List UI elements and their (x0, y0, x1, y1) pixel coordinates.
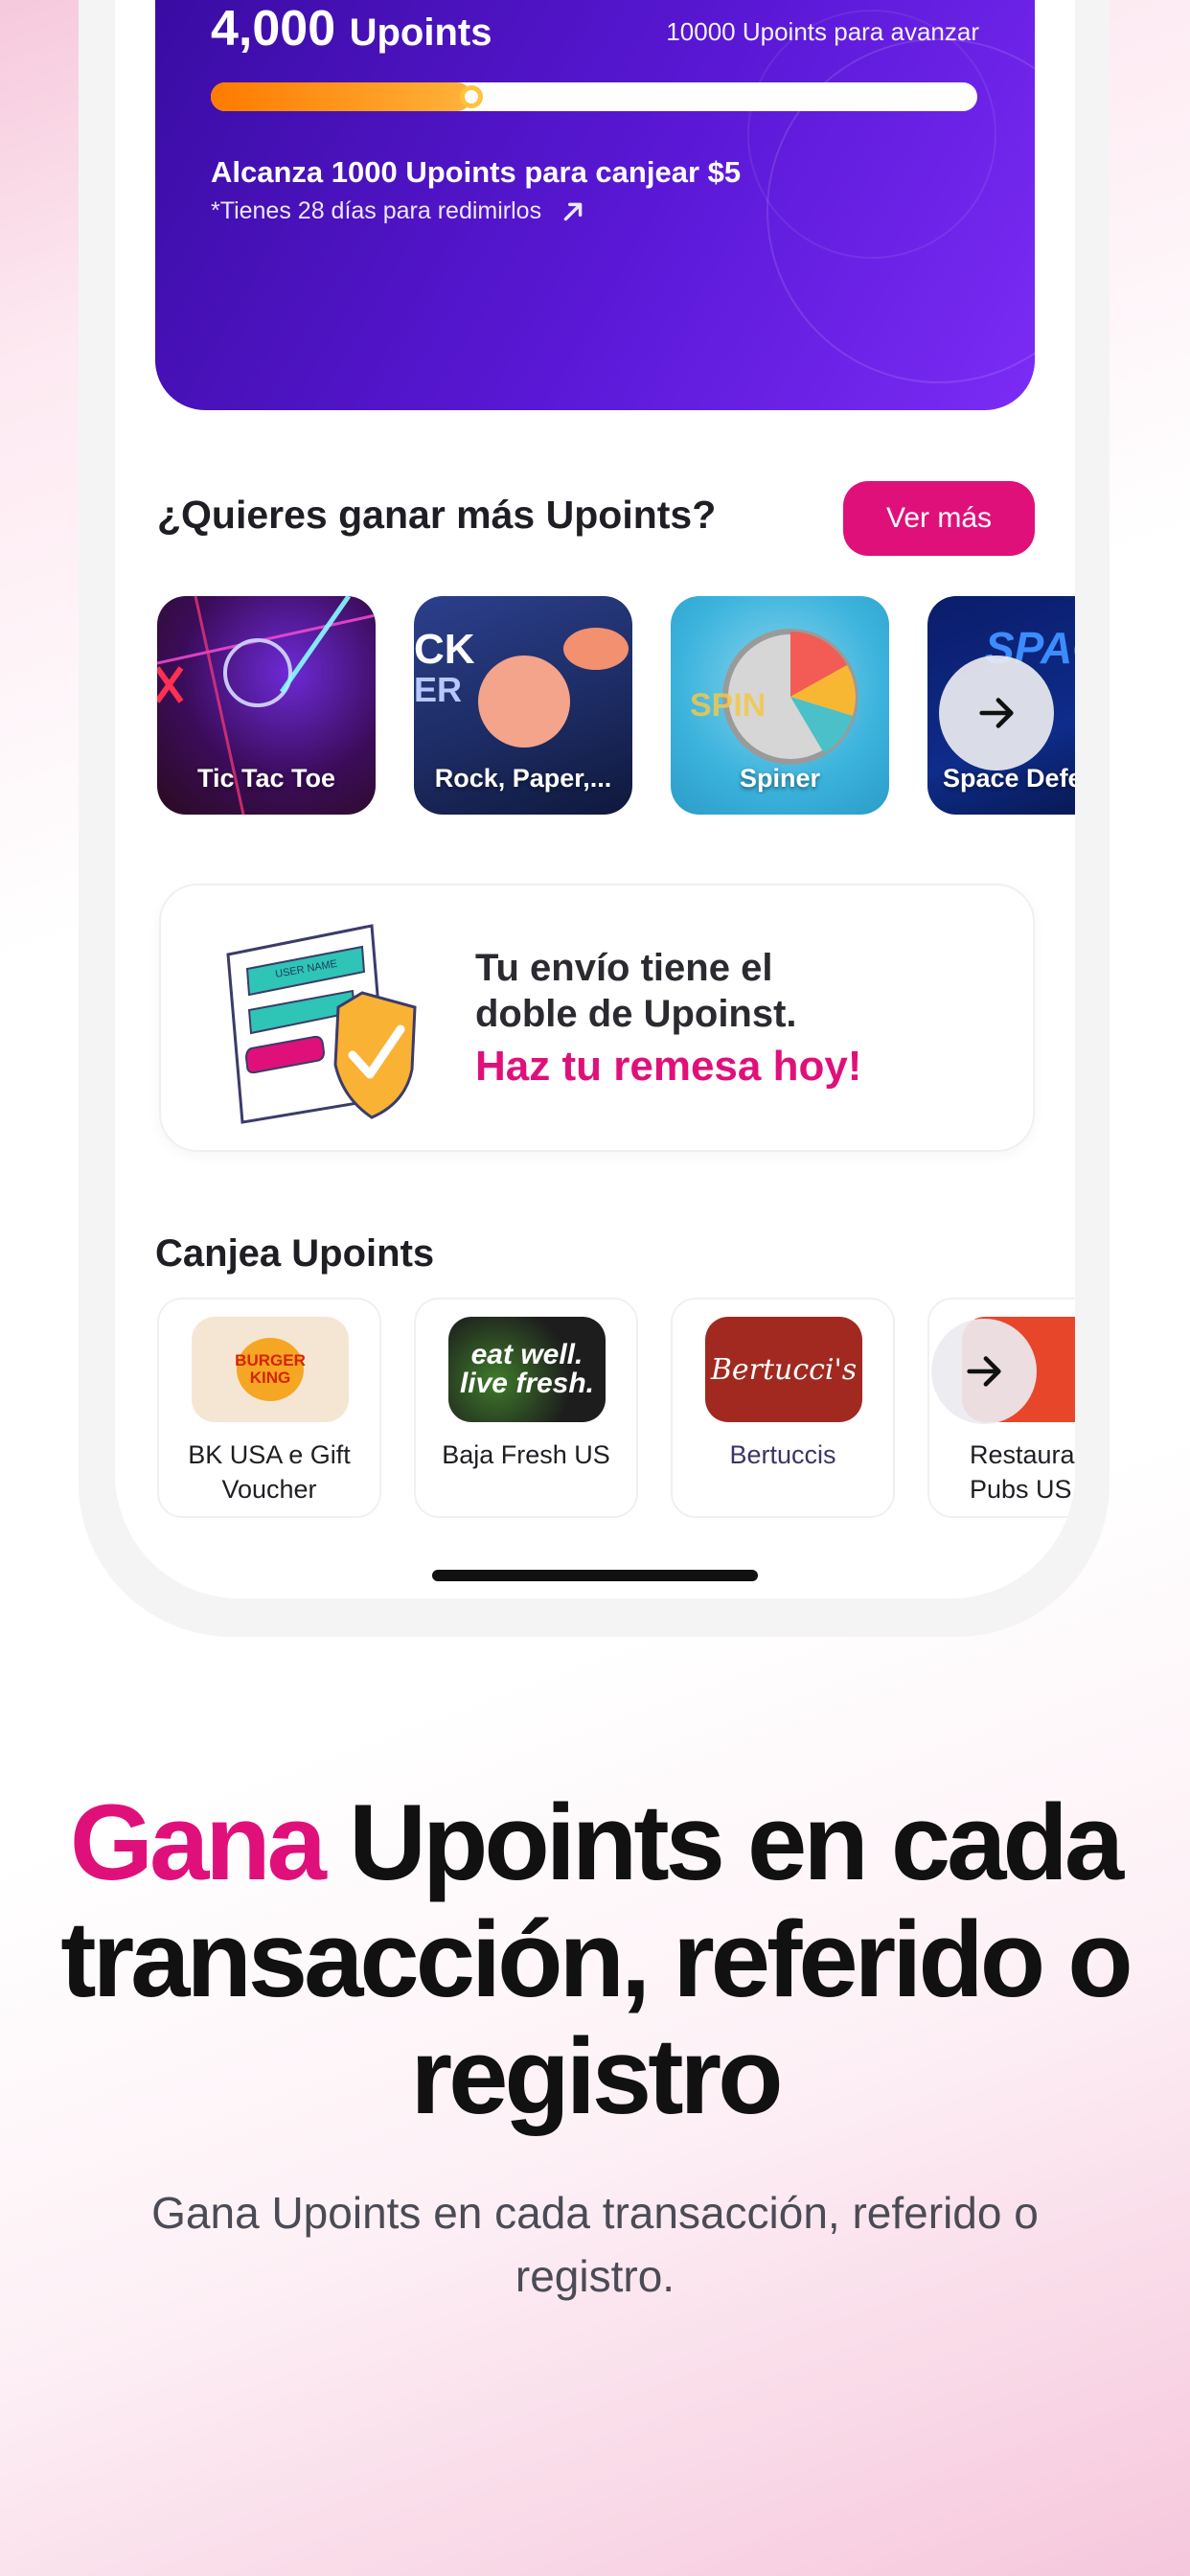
game-label: Spiner (739, 764, 821, 793)
bk-logo-text-bottom: KING (249, 1368, 291, 1387)
games-carousel[interactable]: Tic Tac Toe CK ER Rock, Paper,... SPIN S… (157, 596, 1075, 816)
bf-line-1: eat well. (470, 1339, 584, 1370)
reward-name: Bertuccis (729, 1440, 836, 1469)
security-login-illustration: USER NAME (226, 924, 417, 1124)
arrow-right-icon (979, 698, 1014, 728)
promo-line-1: Tu envío tiene el (475, 947, 773, 989)
home-indicator[interactable] (432, 1570, 758, 1581)
see-more-button[interactable]: Ver más (843, 481, 1035, 556)
reward-card-bertuccis[interactable]: Bertucci's Bertuccis (671, 1298, 895, 1518)
bertuccis-logo-text: Bertucci's (710, 1352, 858, 1387)
points-number: 4,000 (211, 1, 336, 57)
game-label: Tic Tac Toe (196, 764, 336, 793)
rewards-next-button[interactable] (931, 1319, 1037, 1424)
earn-more-title: ¿Quieres ganar más Upoints? (157, 493, 717, 537)
progress-knob (460, 85, 483, 108)
svg-text:ER: ER (414, 670, 462, 709)
reward-card-baja-fresh[interactable]: eat well. live fresh. Baja Fresh US (414, 1298, 638, 1518)
games-next-button[interactable] (939, 656, 1054, 770)
rewards-carousel[interactable]: BURGER KING BK USA e Gift Voucher eat we… (157, 1298, 1075, 1520)
headline-accent: Gana (69, 1782, 327, 1902)
game-card-rock-paper[interactable]: CK ER Rock, Paper,... (414, 596, 632, 815)
expiry-note[interactable]: *Tienes 28 días para redimirlos (211, 197, 585, 225)
game-label: Rock, Paper,... (434, 764, 612, 793)
game-card-spiner[interactable]: SPIN Spiner (671, 596, 889, 815)
bk-logo-text-top: BURGER (235, 1351, 306, 1369)
bf-line-2: live fresh. (459, 1368, 595, 1399)
promo-line-2: doble de Upoinst. (475, 993, 797, 1035)
points-unit: Upoints (349, 12, 492, 54)
redeem-title: Canjea Upoints (155, 1232, 435, 1275)
points-progress-bar (211, 82, 977, 111)
marketing-subline: Gana Upoints en cada transacción, referi… (151, 2188, 1039, 2301)
promo-cta[interactable]: Haz tu remesa hoy! (475, 1043, 861, 1091)
svg-text:SPIN: SPIN (690, 687, 766, 724)
marketing-headline: Gana Upoints en cada transacción, referi… (38, 1784, 1152, 2135)
points-balance: 4,000 Upoints (211, 0, 492, 58)
bk-badge: BURGER KING (235, 1338, 306, 1401)
baja-fresh-logo-text: eat well. live fresh. (460, 1341, 594, 1398)
reward-name: Baja Fresh US (442, 1440, 610, 1469)
arrow-up-right-icon[interactable] (561, 199, 585, 224)
reward-name: BK USA e Gift Voucher (188, 1440, 351, 1504)
decoration-circle (747, 10, 996, 259)
reward-name: Restaurar Pubs US (970, 1440, 1075, 1504)
expiry-text: *Tienes 28 días para redimirlos (211, 197, 542, 224)
game-card-tic-tac-toe[interactable]: Tic Tac Toe (157, 596, 376, 815)
burger-king-logo: BURGER KING (192, 1317, 349, 1422)
promo-message: Tu envío tiene el doble de Upoinst. (475, 945, 973, 1037)
remittance-promo-card[interactable]: USER NAME Tu envío tiene el doble de Upo… (159, 884, 1035, 1152)
redeem-goal: Alcanza 1000 Upoints para canjear $5 (211, 155, 742, 189)
arrow-right-icon (967, 1356, 1001, 1387)
points-card[interactable]: 4,000 Upoints 10000 Upoints para avanzar… (155, 0, 1035, 410)
progress-fill (211, 82, 471, 111)
baja-fresh-logo: eat well. live fresh. (448, 1317, 606, 1422)
svg-text:CK: CK (414, 626, 475, 673)
advance-requirement: 10000 Upoints para avanzar (666, 17, 979, 46)
reward-card-bk[interactable]: BURGER KING BK USA e Gift Voucher (157, 1298, 381, 1518)
bertuccis-logo: Bertucci's (705, 1317, 862, 1422)
app-screen: 4,000 Upoints 10000 Upoints para avanzar… (115, 0, 1075, 1598)
